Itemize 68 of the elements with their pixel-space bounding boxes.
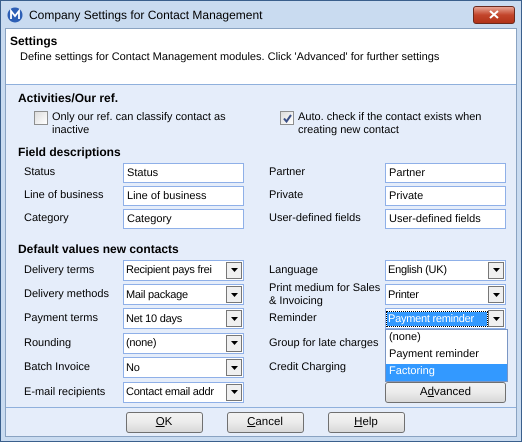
field-label: Reminder [269, 312, 318, 326]
dropdown-button[interactable] [226, 310, 242, 328]
dropdown[interactable]: Net 10 days [123, 308, 244, 330]
dropdown[interactable]: Recipient pays frei [123, 260, 244, 281]
field-label: Partner [269, 166, 306, 179]
caret-icon [492, 316, 500, 321]
input-field[interactable]: Partner [385, 162, 506, 182]
caret-icon [230, 366, 238, 370]
dropdown[interactable]: No [123, 357, 244, 378]
field-label: Line of business [24, 189, 104, 202]
field-label: User-defined fields [269, 212, 362, 225]
dropdown[interactable]: English (UK) [385, 260, 506, 281]
section-title: Default values new contacts [18, 242, 180, 256]
caret-icon [230, 341, 238, 346]
checkbox[interactable] [34, 111, 48, 125]
field-label: Batch Invoice [24, 361, 92, 374]
field-label: Delivery methods [24, 288, 110, 302]
caret-icon [230, 268, 238, 272]
field-label: Credit Charging [269, 361, 348, 374]
input-field[interactable]: Category [123, 208, 244, 228]
dialog-button[interactable]: Cancel [226, 412, 304, 432]
dropdown-button[interactable] [488, 310, 504, 328]
header-description: Define settings for Contact Management modules. Click 'Advanced' for further settings [20, 51, 440, 63]
field-label: Print medium for Sales & Invoicing [269, 282, 382, 308]
close-icon [489, 10, 499, 19]
logo-icon [7, 6, 23, 22]
checkmark-icon [282, 114, 292, 122]
caret-icon [492, 292, 500, 297]
input-field[interactable]: User-defined fields [385, 208, 506, 228]
caret-icon [230, 390, 238, 394]
dialog-button[interactable]: OK [126, 412, 202, 432]
field-label: E-mail recipients [24, 386, 106, 399]
input-field[interactable]: Private [385, 186, 506, 206]
section-title: Activities/Our ref. [18, 91, 120, 105]
dropdown-button[interactable] [226, 384, 242, 401]
section-title: Field descriptions [18, 145, 122, 159]
window-title: Company Settings for Contact Management [29, 8, 264, 22]
close-button[interactable] [473, 6, 515, 24]
dropdown-button[interactable] [226, 334, 242, 352]
caret-icon [492, 268, 500, 272]
caret-icon [230, 316, 238, 321]
field-label: Language [269, 264, 319, 277]
field-label: Group for late charges [269, 336, 380, 350]
checkbox-label: Auto. check if the contact exists when creating new contact [298, 111, 482, 137]
field-label: Delivery terms [24, 264, 96, 277]
dropdown-button[interactable] [488, 262, 504, 279]
dropdown[interactable]: Mail package [123, 284, 244, 306]
input-field[interactable]: Line of business [123, 186, 244, 206]
field-label: Category [24, 212, 70, 225]
field-label: Private [269, 189, 304, 202]
dropdown-button[interactable] [226, 359, 242, 376]
header-title: Settings [10, 34, 58, 48]
dropdown[interactable]: Contact email addr [123, 382, 244, 403]
dropdown-button[interactable] [488, 286, 504, 304]
dropdown-button[interactable] [226, 262, 242, 279]
checkbox-label: Only our ref. can classify contact as inactive [52, 111, 227, 137]
checkbox[interactable] [280, 111, 294, 125]
input-field[interactable]: Status [123, 162, 244, 182]
dropdown-button[interactable] [226, 286, 242, 304]
caret-icon [230, 292, 238, 297]
advanced-button[interactable]: Advanced [385, 382, 506, 403]
dialog-button[interactable]: Help [328, 412, 404, 432]
field-label: Status [24, 166, 56, 179]
field-label: Rounding [24, 336, 72, 350]
dropdown-option[interactable]: Payment reminder [386, 347, 507, 364]
dropdown[interactable]: Printer [385, 284, 506, 306]
field-label: Payment terms [24, 312, 99, 326]
dropdown[interactable]: (none) [123, 332, 244, 354]
